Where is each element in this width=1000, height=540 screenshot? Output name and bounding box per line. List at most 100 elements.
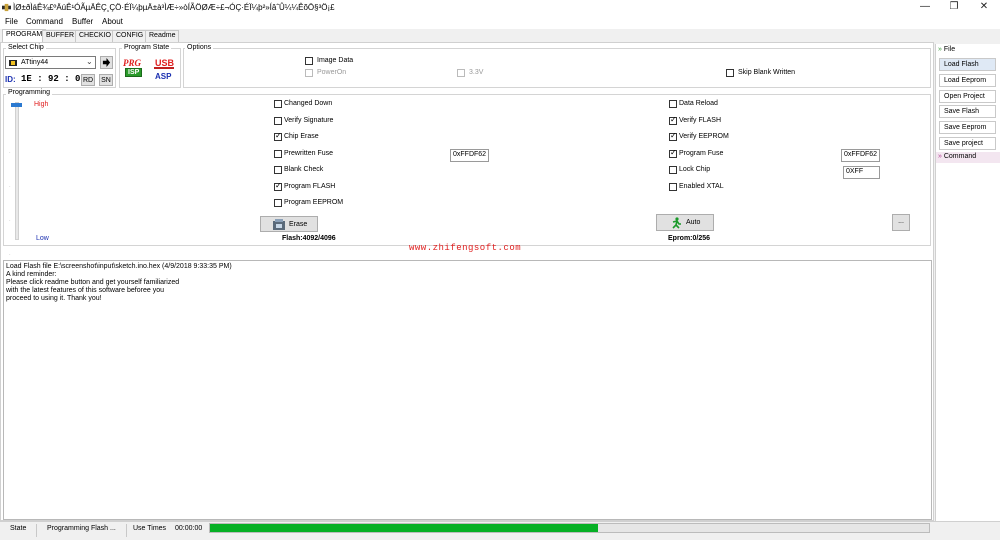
right-checkbox-label: Program Fuse <box>679 149 724 157</box>
left-checkbox-label: Program FLASH <box>284 182 336 190</box>
close-button[interactable]: ✕ <box>969 1 999 14</box>
left-checkbox-2[interactable] <box>274 131 282 141</box>
skip-blank-checkbox[interactable] <box>726 69 734 77</box>
save-flash-button[interactable]: Save Flash <box>939 105 996 118</box>
id-label: ID: <box>5 75 16 84</box>
level-slider[interactable]: · · · · <box>8 100 25 258</box>
save-eeprom-button[interactable]: Save Eeprom <box>939 121 996 134</box>
options-label: Options <box>185 44 214 51</box>
status-state-label: State <box>10 525 27 532</box>
right-checkbox-label: Data Reload <box>679 100 718 107</box>
minimize-button[interactable]: — <box>910 1 940 14</box>
usb-underline <box>154 67 174 69</box>
website-link[interactable]: www.zhifengsoft.com <box>409 243 521 253</box>
chip-select[interactable]: ATtiny44 ⌄ <box>5 56 96 69</box>
menu-file[interactable]: File <box>2 16 21 27</box>
progress-fill <box>210 524 599 532</box>
right-checkbox-3[interactable] <box>669 148 677 158</box>
title-bar: ÌØ±ðÌáÊ¾£ºÄúÊ¹ÓÃµÄÊÇ¸ÇÖ·ÉÏ¼þµÄ±à³ÌÆ÷»òÍÃ… <box>0 0 1000 16</box>
command-section-header[interactable]: » Command <box>936 152 1000 163</box>
side-panel: » File Load Flash Load Eeprom Open Proje… <box>935 44 1000 522</box>
erase-button[interactable]: Erase <box>260 216 318 232</box>
tab-program[interactable]: PROGRAM <box>2 29 47 42</box>
log-line: Load Flash file E:\screenshot\input\sket… <box>6 263 232 270</box>
tab-checkio[interactable]: CHECKIO <box>75 30 115 42</box>
right-checkbox-5[interactable] <box>669 182 677 191</box>
arrow-right-icon <box>102 58 111 67</box>
left-checkbox-label: Verify Signature <box>284 116 334 124</box>
maximize-button[interactable]: ❐ <box>939 1 969 14</box>
program-fuse-field[interactable]: 0xFFDF62 <box>841 149 880 162</box>
left-checkbox-label: Program EEPROM <box>284 199 344 206</box>
left-checkbox-1[interactable] <box>274 116 282 125</box>
chip-icon <box>9 60 17 66</box>
log-panel[interactable]: Load Flash file E:\screenshot\input\sket… <box>3 260 932 520</box>
left-checkbox-4[interactable] <box>274 166 282 174</box>
left-checkbox-label: Chip Erase <box>284 133 319 140</box>
programming-group <box>3 94 931 246</box>
programming-label: Programming <box>6 89 53 96</box>
rd-button[interactable]: RD <box>81 74 95 86</box>
slider-thumb[interactable] <box>11 103 22 107</box>
lock-value-field[interactable]: 0XFF <box>843 166 880 179</box>
level-high-label: High <box>34 101 49 108</box>
left-checkbox-5[interactable] <box>274 181 282 191</box>
tab-buffer[interactable]: BUFFER <box>42 30 78 42</box>
eprom-info: Eprom:0/256 <box>668 235 711 242</box>
file-section-header[interactable]: » File <box>938 46 955 53</box>
window-title: ÌØ±ðÌáÊ¾£ºÄúÊ¹ÓÃµÄÊÇ¸ÇÖ·ÉÏ¼þµÄ±à³ÌÆ÷»òÍÃ… <box>13 3 335 12</box>
level-low-label: Low <box>36 235 49 242</box>
menu-command[interactable]: Command <box>23 16 66 27</box>
right-checkbox-1[interactable] <box>669 115 677 125</box>
tab-bar: PROGRAM BUFFER CHECKIO CONFIG Readme <box>0 29 935 42</box>
asp-indicator: ASP <box>155 72 172 81</box>
use-times-label: Use Times <box>133 525 167 532</box>
open-project-button[interactable]: Open Project <box>939 90 996 103</box>
image-data-checkbox[interactable] <box>305 57 313 65</box>
chip-go-button[interactable] <box>100 56 113 69</box>
status-message: Programming Flash ... <box>47 525 116 532</box>
menu-about[interactable]: About <box>99 16 126 27</box>
slider-track <box>15 102 19 240</box>
voltage-checkbox[interactable] <box>457 69 465 77</box>
isp-indicator: ISP <box>125 68 143 77</box>
auto-button[interactable]: Auto <box>656 214 714 231</box>
prg-indicator: PRG <box>123 58 141 68</box>
left-checkbox-label: Prewritten Fuse <box>284 149 334 157</box>
power-on-checkbox[interactable] <box>305 69 313 77</box>
menu-bar: File Command Buffer About <box>0 16 1000 29</box>
status-divider <box>126 524 127 537</box>
load-eeprom-button[interactable]: Load Eeprom <box>939 74 996 87</box>
right-checkbox-4[interactable] <box>669 166 677 174</box>
tab-readme[interactable]: Readme <box>145 30 180 42</box>
image-data-label: Image Data <box>317 57 354 64</box>
log-line: with the latest features of this softwar… <box>6 287 164 294</box>
save-project-button[interactable]: Save project <box>939 137 996 150</box>
use-times-value: 00:00:00 <box>175 525 203 532</box>
status-divider <box>36 524 37 537</box>
power-on-label: PowerOn <box>317 69 347 76</box>
left-checkbox-3[interactable] <box>274 149 282 158</box>
left-checkbox-6[interactable] <box>274 199 282 207</box>
prewritten-fuse-field[interactable]: 0xFFDF62 <box>450 149 489 162</box>
right-checkbox-label: Lock Chip <box>679 166 711 173</box>
more-button[interactable]: ... <box>892 214 910 231</box>
right-checkbox-0[interactable] <box>669 100 677 108</box>
right-checkbox-2[interactable] <box>669 131 677 141</box>
flash-info: Flash:4092/4096 <box>282 235 336 242</box>
right-checkbox-label: Verify EEPROM <box>679 133 729 140</box>
select-chip-label: Select Chip <box>6 44 46 51</box>
load-flash-button[interactable]: Load Flash <box>939 58 996 71</box>
tab-config[interactable]: CONFIG <box>112 30 148 42</box>
left-checkbox-0[interactable] <box>274 100 282 108</box>
sn-button[interactable]: SN <box>99 74 113 86</box>
double-chevron-down-icon: » <box>938 46 942 53</box>
auto-label: Auto <box>686 219 701 226</box>
erase-icon <box>273 219 285 230</box>
right-checkbox-label: Enabled XTAL <box>679 182 724 190</box>
program-state-label: Program State <box>122 44 172 51</box>
menu-buffer[interactable]: Buffer <box>69 16 96 27</box>
app-icon <box>2 3 11 12</box>
file-section-label: File <box>943 46 956 53</box>
right-checkbox-label: Verify FLASH <box>679 116 722 124</box>
